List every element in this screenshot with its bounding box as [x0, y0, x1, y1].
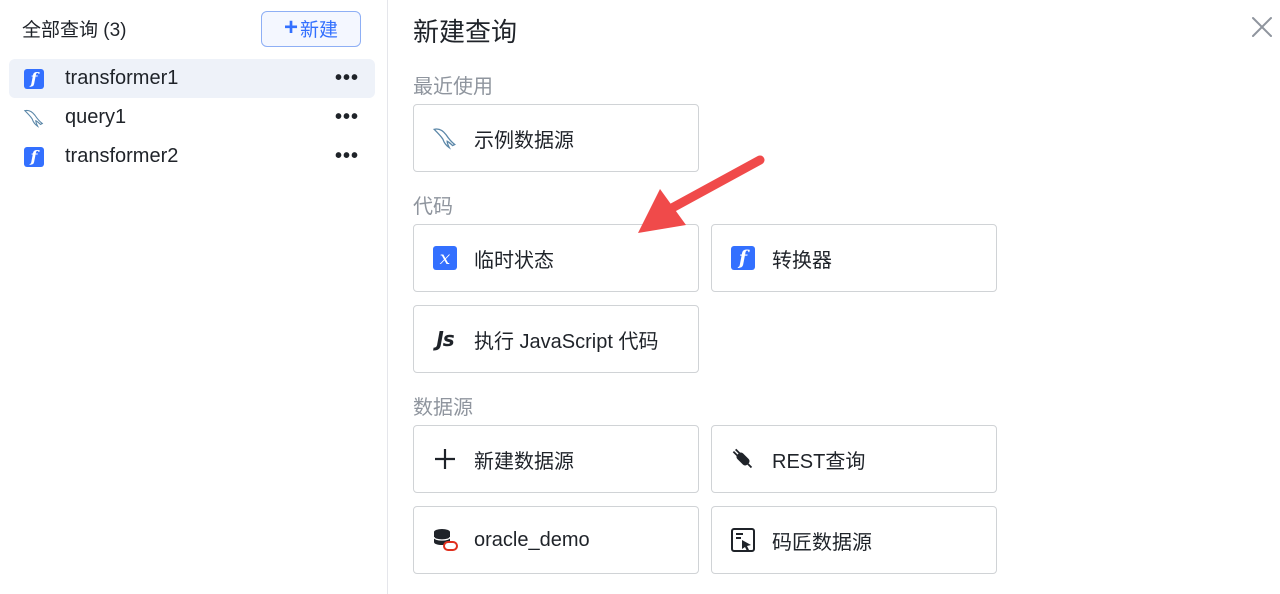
sidebar-title: 全部查询 (3): [22, 20, 127, 41]
card-run-javascript[interactable]: Js 执行 JavaScript 代码: [413, 305, 699, 373]
transformer-icon: f: [23, 68, 45, 90]
query-list: f transformer1 ••• query1 ••• f transfor…: [9, 59, 375, 176]
mysql-dolphin-icon: [432, 125, 458, 151]
query-item-transformer1[interactable]: f transformer1 •••: [9, 59, 375, 98]
section-datasource: 数据源: [413, 397, 473, 419]
card-sample-datasource[interactable]: 示例数据源: [413, 104, 699, 172]
query-name: transformer1: [65, 67, 179, 89]
card-rest-query[interactable]: REST查询: [711, 425, 997, 493]
card-label: 新建数据源: [474, 450, 574, 473]
query-name: query1: [65, 106, 127, 128]
card-label: 转换器: [772, 249, 832, 272]
card-label: oracle_demo: [474, 528, 590, 551]
card-label: 码匠数据源: [772, 531, 872, 554]
card-majiang-datasource[interactable]: 码匠数据源: [711, 506, 997, 574]
plug-icon: [730, 446, 756, 472]
transformer-icon: f: [730, 245, 756, 271]
panel-title: 新建查询: [413, 17, 518, 47]
new-query-label: 新建: [300, 20, 339, 41]
sidebar-header: 全部查询 (3) + 新建: [22, 10, 361, 47]
more-options-icon[interactable]: •••: [335, 146, 359, 166]
query-name: transformer2: [65, 145, 179, 167]
majiang-datasource-icon: [730, 527, 756, 553]
javascript-icon: Js: [436, 327, 454, 351]
query-item-query1[interactable]: query1 •••: [9, 98, 375, 137]
card-temp-state[interactable]: x 临时状态: [413, 224, 699, 292]
card-label: REST查询: [772, 450, 866, 473]
more-options-icon[interactable]: •••: [335, 107, 359, 127]
variable-x-icon: x: [432, 245, 458, 271]
query-sidebar: 全部查询 (3) + 新建 f transformer1 ••• query1 …: [0, 0, 388, 594]
card-oracle-demo[interactable]: oracle_demo: [413, 506, 699, 574]
plus-icon: [432, 446, 458, 472]
transformer-icon: f: [23, 146, 45, 168]
card-label: 临时状态: [474, 249, 554, 272]
card-label: 示例数据源: [474, 129, 574, 152]
oracle-database-icon: [432, 527, 458, 553]
card-label: 执行 JavaScript 代码: [474, 330, 659, 353]
plus-icon: +: [283, 13, 298, 41]
card-transformer[interactable]: f 转换器: [711, 224, 997, 292]
new-query-button[interactable]: + 新建: [261, 10, 361, 47]
mysql-dolphin-icon: [23, 107, 45, 129]
query-item-transformer2[interactable]: f transformer2 •••: [9, 137, 375, 176]
section-code: 代码: [413, 196, 453, 218]
more-options-icon[interactable]: •••: [335, 68, 359, 88]
section-recent: 最近使用: [413, 76, 493, 98]
card-new-datasource[interactable]: 新建数据源: [413, 425, 699, 493]
close-icon[interactable]: [1250, 15, 1274, 39]
